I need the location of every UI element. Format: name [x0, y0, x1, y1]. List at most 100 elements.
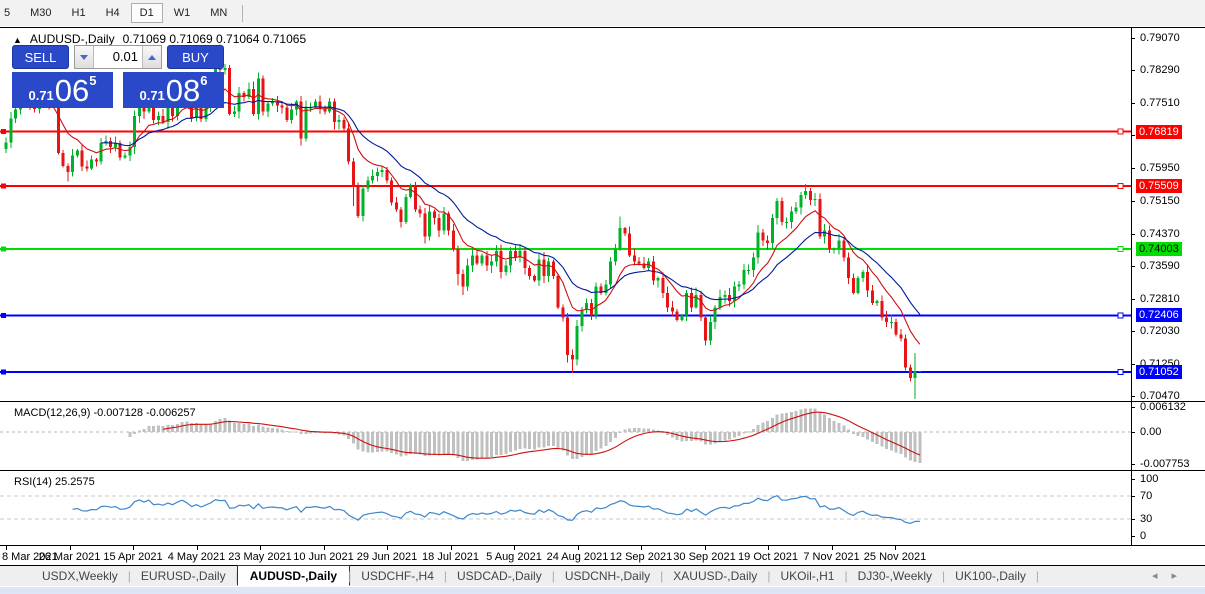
- macd-histogram-bar: [470, 432, 474, 461]
- candle-body: [913, 371, 917, 379]
- candle-body: [380, 169, 384, 173]
- tab-usdcad-daily[interactable]: USDCAD-,Daily: [445, 567, 554, 585]
- macd-histogram-bar: [604, 432, 608, 447]
- price-level-badge: 0.76819: [1136, 124, 1182, 139]
- candle-body: [390, 180, 394, 203]
- macd-histogram-bar: [699, 432, 703, 442]
- tab-uk100-daily[interactable]: UK100-,Daily: [943, 567, 1038, 585]
- tab-scroll-arrows[interactable]: ◂▸: [1152, 569, 1191, 582]
- tab-usdx-weekly[interactable]: USDX,Weekly: [30, 567, 130, 585]
- candle-body: [704, 317, 708, 341]
- collapse-triangle-icon[interactable]: ▲: [13, 35, 22, 45]
- date-tick-mark: [133, 546, 134, 550]
- macd-histogram-bar: [837, 422, 841, 433]
- candle-body: [851, 278, 855, 293]
- candle-body: [623, 228, 627, 234]
- buy-button[interactable]: BUY: [167, 45, 224, 69]
- macd-tick-label: 0.006132: [1140, 401, 1186, 413]
- date-label: 29 Jun 2021: [356, 551, 418, 563]
- macd-histogram-bar: [137, 430, 141, 433]
- price-tick-label: 0.73590: [1140, 260, 1180, 273]
- bid-price-display[interactable]: 0.71 06 5: [12, 72, 113, 108]
- macd-histogram-bar: [856, 432, 860, 436]
- candle-body: [728, 294, 732, 302]
- price-level-badge: 0.74003: [1136, 241, 1182, 256]
- tab-eurusd-daily[interactable]: EURUSD-,Daily: [129, 567, 238, 585]
- chart-title: ▲ AUDUSD-,Daily 0.71069 0.71069 0.71064 0.…: [13, 32, 306, 46]
- macd-histogram-bar: [532, 432, 536, 450]
- candle-body: [9, 118, 13, 143]
- rsi-pane[interactable]: [0, 471, 1131, 545]
- macd-histogram-bar: [428, 432, 432, 456]
- volume-input[interactable]: 0.01: [94, 46, 142, 68]
- candle-body: [618, 228, 622, 250]
- pane-divider[interactable]: [0, 470, 1205, 471]
- candle-body: [899, 334, 903, 339]
- volume-decrease-button[interactable]: [75, 46, 94, 68]
- tab-audusd-daily[interactable]: AUDUSD-,Daily: [236, 564, 351, 586]
- candle-body: [742, 269, 746, 285]
- ask-prefix: 0.71: [139, 88, 165, 103]
- macd-histogram-bar: [775, 414, 779, 433]
- candle-body: [675, 311, 679, 320]
- candle-body: [613, 249, 617, 262]
- candle-body: [356, 186, 360, 216]
- date-tick-mark: [450, 546, 452, 550]
- timeframe-button-w1[interactable]: W1: [165, 3, 200, 23]
- candle-body: [756, 232, 760, 258]
- macd-histogram-bar: [908, 432, 912, 461]
- sell-button[interactable]: SELL: [12, 45, 69, 69]
- candle-body: [109, 140, 113, 148]
- candle-body: [575, 326, 579, 360]
- candle-body: [799, 194, 803, 208]
- macd-histogram-bar: [204, 424, 208, 433]
- candle-body: [85, 166, 89, 169]
- ask-price-display[interactable]: 0.71 08 6: [123, 72, 224, 108]
- macd-histogram-bar: [442, 432, 446, 454]
- candle-body: [856, 278, 860, 293]
- timeframe-button-h4[interactable]: H4: [97, 3, 129, 23]
- candle-body: [385, 169, 389, 181]
- macd-histogram-bar: [432, 432, 436, 455]
- candle-body: [470, 255, 474, 266]
- tab-dj30-weekly[interactable]: DJ30-,Weekly: [846, 567, 944, 585]
- pane-divider[interactable]: [0, 545, 1205, 546]
- macd-histogram-bar: [842, 425, 846, 433]
- macd-histogram-bar: [594, 432, 598, 452]
- candle-body: [432, 211, 436, 218]
- pane-divider[interactable]: [0, 401, 1205, 402]
- tab-usdchf-h4[interactable]: USDCHF-,H4: [349, 567, 446, 585]
- candle-body: [371, 176, 375, 181]
- candle-body: [71, 155, 75, 173]
- line-handle: [1, 369, 6, 375]
- macd-histogram-bar: [747, 431, 751, 433]
- timeframe-button-5[interactable]: 5: [0, 3, 19, 23]
- candle-body: [252, 88, 256, 114]
- macd-histogram-bar: [542, 432, 546, 448]
- tab-ukoil-h1[interactable]: UKOil-,H1: [768, 567, 846, 585]
- tab-xauusd-daily[interactable]: XAUUSD-,Daily: [661, 567, 769, 585]
- macd-histogram-bar: [632, 428, 636, 433]
- price-level-badge: 0.75509: [1136, 179, 1182, 194]
- macd-histogram-bar: [880, 432, 884, 447]
- macd-histogram-bar: [804, 408, 808, 433]
- macd-histogram-bar: [199, 424, 203, 433]
- candle-body: [261, 78, 265, 112]
- tab-usdcnh-daily[interactable]: USDCNH-,Daily: [553, 567, 662, 585]
- timeframe-button-m30[interactable]: M30: [21, 3, 60, 23]
- line-handle: [1, 246, 6, 252]
- macd-histogram-bar: [766, 421, 770, 433]
- timeframe-button-h1[interactable]: H1: [63, 3, 95, 23]
- candle-body: [708, 321, 712, 341]
- candle-body: [789, 211, 793, 222]
- macd-histogram-bar: [290, 431, 294, 433]
- volume-increase-button[interactable]: [142, 46, 161, 68]
- timeframe-button-mn[interactable]: MN: [201, 3, 236, 23]
- macd-histogram-bar: [437, 432, 441, 456]
- macd-histogram-bar: [799, 409, 803, 433]
- line-handle: [1, 312, 6, 318]
- date-label: 25 Nov 2021: [863, 551, 927, 563]
- macd-histogram-bar: [904, 432, 908, 458]
- macd-histogram-bar: [485, 432, 489, 458]
- timeframe-button-d1[interactable]: D1: [130, 3, 163, 23]
